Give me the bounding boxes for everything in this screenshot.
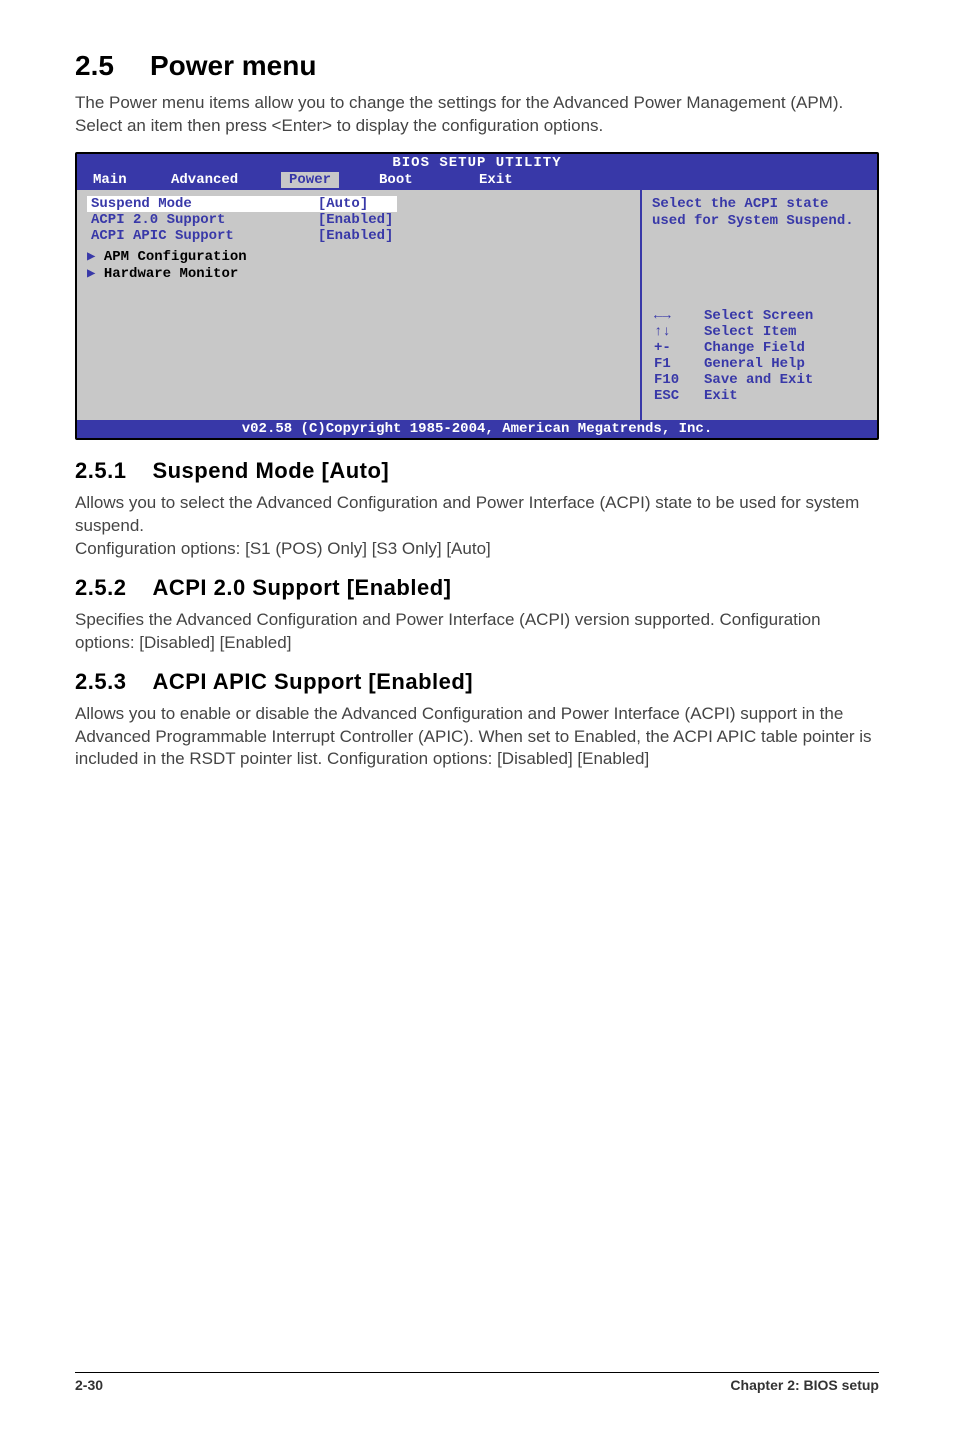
bios-subitem-apm[interactable]: ▶ APM Configuration bbox=[87, 244, 630, 265]
bios-subitem-label: Hardware Monitor bbox=[104, 266, 238, 282]
bios-tab-advanced[interactable]: Advanced bbox=[161, 172, 281, 188]
bios-item-acpi-apic[interactable]: ACPI APIC Support [Enabled] bbox=[87, 228, 397, 244]
key-icon: +- bbox=[652, 340, 681, 356]
body-paragraph: Allows you to select the Advanced Config… bbox=[75, 492, 879, 538]
bios-tab-power[interactable]: Power bbox=[281, 172, 339, 188]
bios-screenshot: BIOS SETUP UTILITY Main Advanced Power B… bbox=[75, 152, 879, 440]
key-desc: Select Item bbox=[702, 324, 815, 340]
subsection-title: ACPI APIC Support [Enabled] bbox=[152, 669, 473, 694]
key-icon: ←→ bbox=[652, 308, 681, 324]
subsection-title: Suspend Mode [Auto] bbox=[152, 458, 389, 483]
bios-tab-main[interactable]: Main bbox=[83, 172, 161, 188]
bios-item-suspend-mode[interactable]: Suspend Mode [Auto] bbox=[87, 196, 397, 212]
bios-title: BIOS SETUP UTILITY bbox=[77, 154, 877, 172]
bios-item-value: [Enabled] bbox=[238, 228, 398, 244]
bios-body: Suspend Mode [Auto] ACPI 2.0 Support [En… bbox=[77, 190, 877, 420]
body-paragraph: Specifies the Advanced Configuration and… bbox=[75, 609, 879, 655]
subsection-heading: 2.5.1 Suspend Mode [Auto] bbox=[75, 458, 879, 484]
key-desc: Select Screen bbox=[702, 308, 815, 324]
key-icon: ESC bbox=[652, 388, 681, 404]
bios-item-acpi-20[interactable]: ACPI 2.0 Support [Enabled] bbox=[87, 212, 397, 228]
key-icon: F1 bbox=[652, 356, 681, 372]
bios-left-pane: Suspend Mode [Auto] ACPI 2.0 Support [En… bbox=[77, 190, 642, 420]
key-desc: Exit bbox=[702, 388, 815, 404]
bios-item-value: [Enabled] bbox=[238, 212, 398, 228]
bios-item-value: [Auto] bbox=[238, 196, 398, 212]
bios-item-label: ACPI APIC Support bbox=[87, 228, 238, 244]
triangle-icon: ▶ bbox=[87, 249, 104, 265]
bios-item-label: Suspend Mode bbox=[87, 196, 238, 212]
subsection-heading: 2.5.3 ACPI APIC Support [Enabled] bbox=[75, 669, 879, 695]
key-desc: Save and Exit bbox=[702, 372, 815, 388]
body-paragraph: Allows you to enable or disable the Adva… bbox=[75, 703, 879, 772]
bios-key-legend: ←→ Select Screen ↑↓ Select Item +- Chang… bbox=[652, 308, 867, 414]
key-icon: ↑↓ bbox=[652, 324, 681, 340]
bios-tab-bar: Main Advanced Power Boot Exit bbox=[77, 172, 877, 190]
bios-help-text: Select the ACPI state used for System Su… bbox=[652, 196, 867, 231]
subsection-heading: 2.5.2 ACPI 2.0 Support [Enabled] bbox=[75, 575, 879, 601]
bios-right-pane: Select the ACPI state used for System Su… bbox=[642, 190, 877, 420]
heading-number: 2.5 bbox=[75, 50, 114, 82]
triangle-icon: ▶ bbox=[87, 266, 104, 282]
bios-tab-boot[interactable]: Boot bbox=[339, 172, 439, 188]
key-desc: General Help bbox=[702, 356, 815, 372]
subsection-title: ACPI 2.0 Support [Enabled] bbox=[152, 575, 451, 600]
key-icon: F10 bbox=[652, 372, 681, 388]
subsection-number: 2.5.3 bbox=[75, 669, 126, 695]
bios-item-label: ACPI 2.0 Support bbox=[87, 212, 238, 228]
bios-subitem-hwmon[interactable]: ▶ Hardware Monitor bbox=[87, 265, 630, 282]
subsection-number: 2.5.2 bbox=[75, 575, 126, 601]
subsection-number: 2.5.1 bbox=[75, 458, 126, 484]
bios-footer: v02.58 (C)Copyright 1985-2004, American … bbox=[77, 420, 877, 438]
bios-tab-exit[interactable]: Exit bbox=[439, 172, 539, 188]
bios-subitem-label: APM Configuration bbox=[104, 249, 247, 265]
key-desc: Change Field bbox=[702, 340, 815, 356]
heading-text: Power menu bbox=[150, 50, 316, 81]
page-title: 2.5 Power menu bbox=[75, 50, 879, 82]
body-paragraph: Configuration options: [S1 (POS) Only] [… bbox=[75, 538, 879, 561]
page-footer: 2-30 Chapter 2: BIOS setup bbox=[75, 1372, 879, 1393]
intro-paragraph: The Power menu items allow you to change… bbox=[75, 92, 879, 138]
page-number: 2-30 bbox=[75, 1377, 103, 1393]
chapter-label: Chapter 2: BIOS setup bbox=[730, 1377, 879, 1393]
